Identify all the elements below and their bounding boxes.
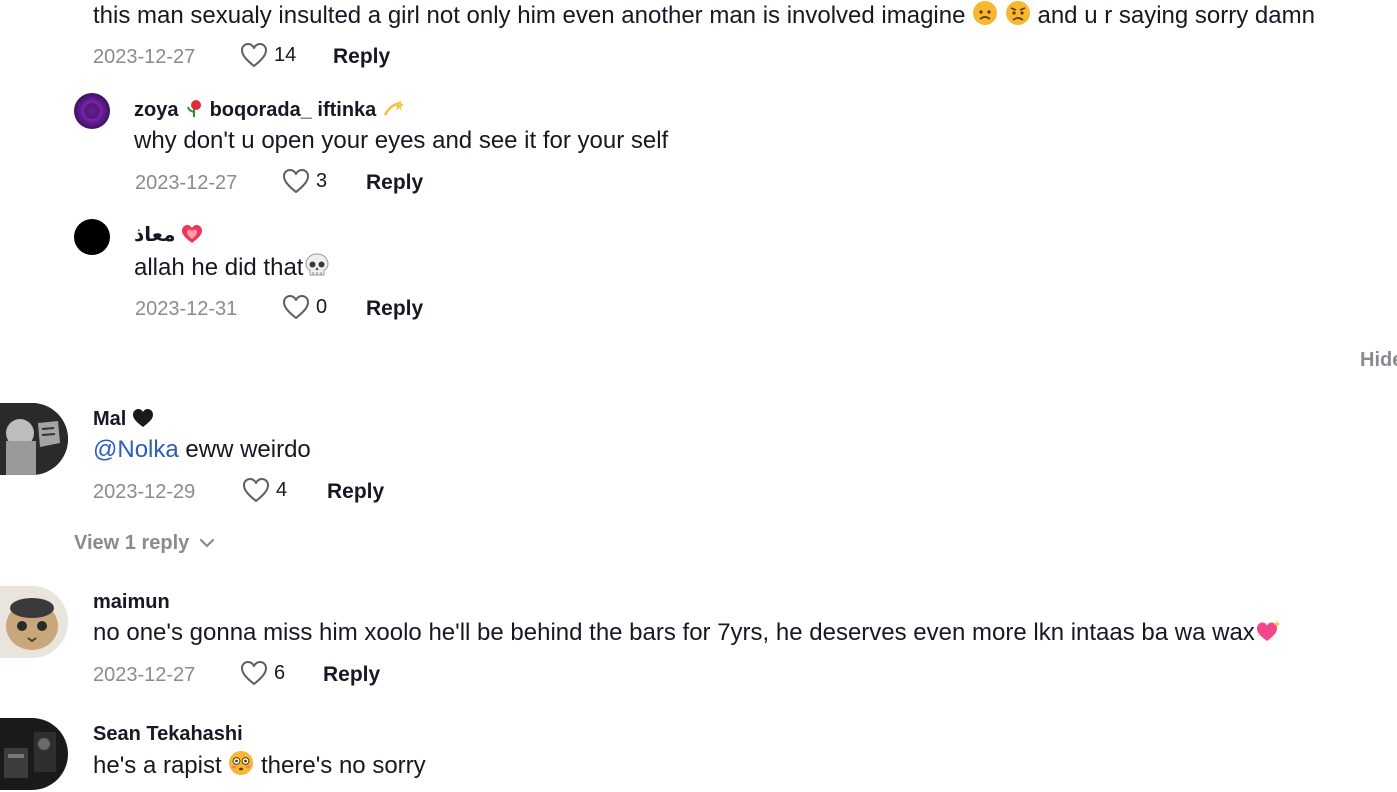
comment-date: 2023-12-29 <box>93 481 196 503</box>
username-part: Mal <box>93 408 127 430</box>
like-count: 3 <box>316 170 328 192</box>
black-heart-emoji <box>132 409 153 427</box>
comment-date: 2023-12-27 <box>135 172 238 194</box>
username-part: zoya <box>134 99 179 121</box>
username-part: boqorada_ iftinka <box>209 99 377 121</box>
comment-text: he's a rapist there's no sorry <box>93 750 426 781</box>
comment-text-start: allah he did that <box>134 254 304 281</box>
username[interactable]: معاذ <box>134 223 203 247</box>
reply-button[interactable]: Reply <box>327 480 384 504</box>
comment-text-end: and u r saying sorry damn <box>1037 2 1315 29</box>
hide-replies-button[interactable]: Hide <box>1360 348 1397 372</box>
heart-emoji <box>182 225 203 243</box>
comment-text-start: this man sexualy insulted a girl not onl… <box>93 2 966 29</box>
reply-button[interactable]: Reply <box>366 297 423 321</box>
avatar[interactable] <box>74 93 110 129</box>
like-button[interactable]: 14 <box>240 42 296 68</box>
like-count: 0 <box>316 296 328 318</box>
username[interactable]: maimun <box>93 590 170 614</box>
heart-outline-icon <box>283 295 309 319</box>
comment-date: 2023-12-27 <box>93 46 196 68</box>
heart-outline-icon <box>241 43 267 67</box>
sparkling-heart-emoji <box>1256 620 1281 641</box>
heart-outline-icon <box>243 478 269 502</box>
avatar[interactable] <box>0 718 68 790</box>
username[interactable]: Sean Tekahashi <box>93 722 243 746</box>
mention-link[interactable]: @Nolka <box>93 436 179 463</box>
reply-button[interactable]: Reply <box>366 171 423 195</box>
like-button[interactable]: 3 <box>282 168 327 194</box>
avatar[interactable] <box>74 219 110 255</box>
username[interactable]: Mal <box>93 407 154 431</box>
like-button[interactable]: 0 <box>282 294 327 320</box>
username-part: معاذ <box>134 224 176 246</box>
angry-emoji <box>1005 1 1030 25</box>
like-button[interactable]: 4 <box>242 477 287 503</box>
comment-text-start: no one's gonna miss him xoolo he'll be b… <box>93 619 1255 646</box>
comment-text-start: he's a rapist <box>93 752 222 779</box>
comment-date: 2023-12-31 <box>135 298 238 320</box>
heart-outline-icon <box>241 661 267 685</box>
username[interactable]: zoya boqorada_ iftinka <box>134 98 404 122</box>
rose-emoji <box>187 100 202 117</box>
like-count: 14 <box>274 44 297 66</box>
comment-date: 2023-12-27 <box>93 664 196 686</box>
angry-emoji <box>973 1 998 25</box>
skull-emoji <box>305 253 329 276</box>
like-count: 6 <box>274 662 286 684</box>
comment-text-end: there's no sorry <box>261 752 426 779</box>
comment-text: why don't u open your eyes and see it fo… <box>134 127 669 154</box>
like-count: 4 <box>276 479 288 501</box>
chevron-down-icon <box>200 538 215 548</box>
like-button[interactable]: 6 <box>240 660 285 686</box>
avatar[interactable] <box>0 403 68 475</box>
comment-text: allah he did that <box>134 252 331 283</box>
heart-outline-icon <box>283 169 309 193</box>
view-replies-button[interactable]: View 1 reply <box>74 531 215 555</box>
comment-text: this man sexualy insulted a girl not onl… <box>93 0 1315 31</box>
comment-text: @Nolka eww weirdo <box>93 435 311 465</box>
comment-text-start: eww weirdo <box>178 436 311 463</box>
flushed-emoji <box>229 751 254 775</box>
dizzy-emoji <box>383 100 404 116</box>
reply-button[interactable]: Reply <box>323 663 380 687</box>
reply-button[interactable]: Reply <box>333 45 390 69</box>
avatar[interactable] <box>0 586 68 658</box>
comment-text: no one's gonna miss him xoolo he'll be b… <box>93 618 1281 648</box>
view-replies-label: View 1 reply <box>74 532 190 554</box>
